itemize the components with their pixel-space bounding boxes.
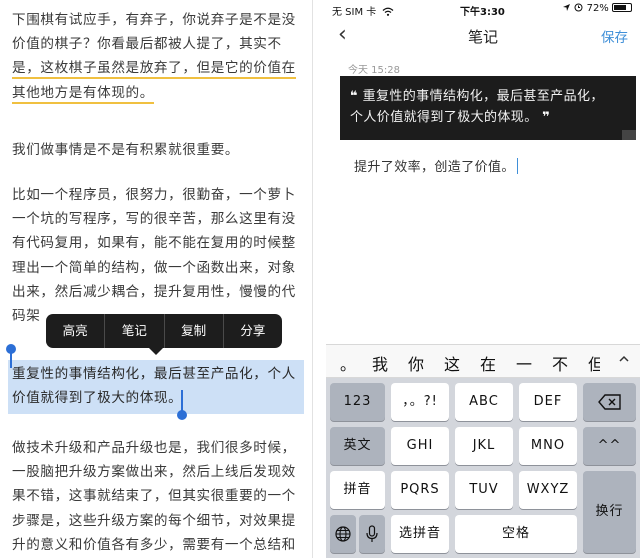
candidate-item[interactable]: 一: [516, 351, 532, 375]
battery-status: 72%: [562, 3, 632, 14]
quote-text: 个人价值就得到了极大的体现。: [350, 110, 538, 125]
candidate-item[interactable]: 我: [372, 351, 388, 375]
backspace-icon: [597, 394, 621, 410]
candidate-item[interactable]: 。: [340, 351, 356, 375]
expand-candidates-chevron-up-icon[interactable]: [618, 353, 630, 365]
wxyz-key[interactable]: WXYZ: [519, 471, 577, 509]
text-line: 出来，然后减少耦合，提升复用性，慢慢的代: [12, 283, 296, 300]
globe-key[interactable]: [330, 515, 356, 553]
clock: 下午3:30: [460, 7, 505, 18]
navigation-bar: ‹ 笔记 保存: [326, 18, 640, 54]
pqrs-key[interactable]: PQRS: [391, 471, 449, 509]
battery-icon: [612, 3, 632, 12]
delete-key[interactable]: [583, 383, 636, 421]
quote-line: 个人价值就得到了极大的体现。 ❞: [350, 107, 626, 128]
text-line: 有代码复用，如果有，能不能在复用的时候整: [12, 235, 296, 252]
text-line: 下围棋有试应手，有弃子，你说弃子是不是没: [12, 12, 296, 28]
text-line: 步骤是，这些升级方案的每个细节，对效果提: [12, 512, 296, 529]
english-mode-key[interactable]: 英文: [330, 427, 385, 465]
carrier-status: 无 SIM 卡: [332, 3, 394, 18]
share-menu-item[interactable]: 分享: [224, 314, 282, 348]
candidate-item[interactable]: 但: [588, 351, 600, 375]
card-fold-corner: [622, 130, 636, 140]
note-text[interactable]: 提升了效率，创造了价值。: [354, 160, 515, 175]
location-icon: [563, 4, 571, 11]
tuv-key[interactable]: TUV: [455, 471, 513, 509]
candidate-item[interactable]: 这: [444, 351, 460, 375]
candidate-item[interactable]: 不: [552, 351, 568, 375]
candidate-item[interactable]: 在: [480, 351, 496, 375]
microphone-icon: [366, 525, 378, 542]
ime-candidate-bar: 。 我 你 这 在 一 不 但: [326, 344, 640, 378]
status-bar: 无 SIM 卡 下午3:30 72%: [326, 0, 640, 18]
quoted-passage-card: ❝ 重复性的事情结构化，最后甚至产品化， 个人价值就得到了极大的体现。 ❞: [340, 76, 636, 140]
ghi-key[interactable]: GHI: [391, 427, 449, 465]
note-date: 今天 15:28: [348, 65, 400, 76]
selection-end-handle[interactable]: [177, 390, 187, 420]
text-line: 理出一个简单的结构，做一个函数出来，对象: [12, 259, 296, 276]
paragraph-3: 比如一个程序员，很努力，很勤奋，一个萝卜 一个坑的写程序，写的很辛苦，那么这里有…: [12, 183, 312, 328]
jkl-key[interactable]: JKL: [455, 427, 513, 465]
text-line: 比如一个程序员，很努力，很勤奋，一个萝卜: [12, 187, 296, 203]
text-line: 一股脑把升级方案做出来，然后上线后发现效: [12, 464, 296, 481]
note-editor-screen: 无 SIM 卡 下午3:30 72% ‹ 笔记 保存 今天 15:28 ❝ 重复…: [326, 0, 640, 558]
underlined-passage[interactable]: 是，这枚棋子虽然是放弃了，但是它的价值在 其他地方是有体现的。: [12, 56, 312, 104]
close-quote-icon: ❞: [542, 110, 551, 125]
text-line: 升的意义和价值各有多少，需要有一个总结和: [12, 536, 296, 553]
alarm-icon: [574, 3, 583, 12]
underlined-line[interactable]: 其他地方是有体现的。: [12, 84, 154, 104]
paragraph-1: 下围棋有试应手，有弃子，你说弃子是不是没 价值的棋子？你看最后都被人提了，其实不…: [12, 8, 312, 105]
page-title: 笔记: [467, 28, 498, 46]
numbers-key[interactable]: 123: [330, 383, 385, 421]
paragraph-2: 我们做事情是不是有积累就很重要。: [12, 142, 240, 158]
wifi-icon: [383, 7, 394, 16]
microphone-key[interactable]: [359, 515, 385, 553]
text-line: 一个坑的写程序，写的很辛苦，那么这里有没: [12, 211, 296, 228]
text-line: 价值的棋子？你看最后都被人提了，其实不: [12, 36, 282, 53]
def-key[interactable]: DEF: [519, 383, 577, 421]
candidate-item[interactable]: 你: [408, 351, 424, 375]
ime-keyboard: 123 ，。?! ABC DEF 英文 GHI JKL MNO ^^ 拼音 PQ…: [326, 378, 640, 558]
carrier-label: 无 SIM 卡: [332, 7, 377, 18]
space-key[interactable]: 空格: [455, 515, 577, 553]
paragraph-5: 做技术升级和产品升级也是，我们很多时候， 一股脑把升级方案做出来，然后上线后发现…: [12, 436, 312, 557]
save-button[interactable]: 保存: [601, 26, 628, 46]
text-caret: [516, 158, 519, 174]
underlined-line[interactable]: 是，这枚棋子虽然是放弃了，但是它的价值在: [12, 60, 296, 80]
text-line: 做技术升级和产品升级也是，我们很多时候，: [12, 440, 296, 456]
selected-line[interactable]: 价值就得到了极大的体现。: [12, 386, 308, 410]
quote-line: ❝ 重复性的事情结构化，最后甚至产品化，: [350, 86, 626, 107]
selected-line[interactable]: 重复性的事情结构化，最后甚至产品化，个人: [12, 362, 308, 386]
emoticon-key[interactable]: ^^: [583, 427, 636, 465]
quote-text: 重复性的事情结构化，最后甚至产品化，: [362, 89, 604, 104]
return-key[interactable]: 换行: [583, 471, 636, 553]
copy-menu-item[interactable]: 复制: [165, 314, 223, 348]
mno-key[interactable]: MNO: [519, 427, 577, 465]
context-menu: 高亮 笔记 复制 分享: [46, 314, 282, 355]
text-line: 果不错，这事就结束了，但其实很重要的一个: [12, 488, 296, 505]
note-input[interactable]: 提升了效率，创造了价值。: [354, 156, 519, 175]
punctuation-key[interactable]: ，。?!: [391, 383, 449, 421]
note-menu-item[interactable]: 笔记: [105, 314, 163, 348]
pinyin-mode-key[interactable]: 拼音: [330, 471, 385, 509]
selected-passage[interactable]: 重复性的事情结构化，最后甚至产品化，个人 价值就得到了极大的体现。: [12, 362, 308, 410]
battery-percent: 72%: [586, 3, 609, 14]
select-pinyin-key[interactable]: 选拼音: [391, 515, 449, 553]
abc-key[interactable]: ABC: [455, 383, 513, 421]
selection-start-handle[interactable]: [6, 344, 16, 368]
open-quote-icon: ❝: [350, 89, 359, 104]
globe-icon: [335, 526, 351, 542]
reader-panel: 下围棋有试应手，有弃子，你说弃子是不是没 价值的棋子？你看最后都被人提了，其实不…: [0, 0, 313, 558]
highlight-menu-item[interactable]: 高亮: [46, 314, 104, 348]
